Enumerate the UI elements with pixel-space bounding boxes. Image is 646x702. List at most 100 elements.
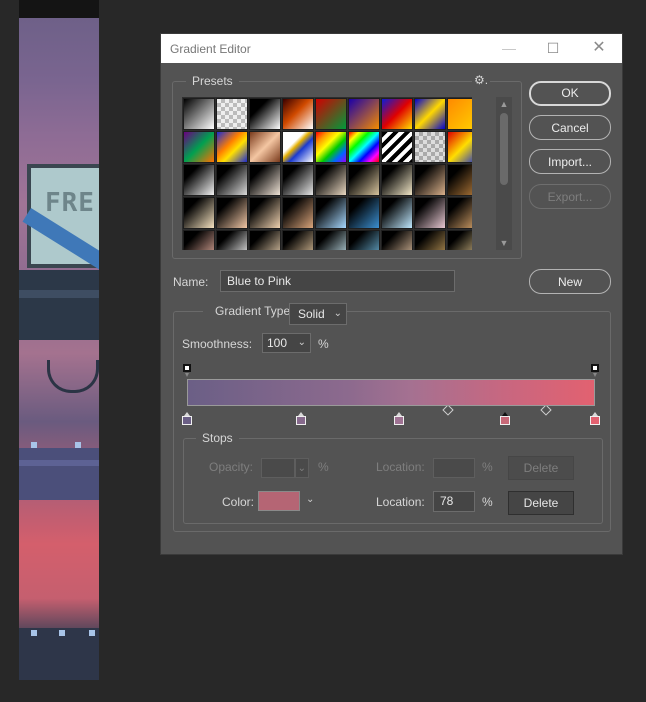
maximize-button[interactable]: ☐ bbox=[543, 39, 563, 57]
gear-icon[interactable]: ⚙. bbox=[472, 73, 490, 87]
preset-swatch[interactable] bbox=[447, 164, 472, 196]
preset-swatch[interactable] bbox=[249, 197, 281, 229]
preset-swatch[interactable] bbox=[282, 230, 314, 250]
preset-swatch[interactable] bbox=[183, 197, 215, 229]
preset-swatch[interactable] bbox=[348, 131, 380, 163]
color-stop-marker[interactable] bbox=[394, 412, 405, 425]
scroll-down-icon[interactable]: ▼ bbox=[496, 238, 512, 248]
preset-swatch[interactable] bbox=[348, 98, 380, 130]
scroll-up-icon[interactable]: ▲ bbox=[496, 99, 512, 109]
bridge-rail-band bbox=[19, 290, 99, 298]
preset-swatch[interactable] bbox=[216, 98, 248, 130]
preset-swatch[interactable] bbox=[183, 131, 215, 163]
train-light bbox=[31, 442, 37, 448]
preset-swatch[interactable] bbox=[414, 98, 446, 130]
preset-swatch[interactable] bbox=[348, 164, 380, 196]
color-stop-marker[interactable] bbox=[500, 412, 511, 425]
preset-swatch[interactable] bbox=[282, 164, 314, 196]
preset-swatch[interactable] bbox=[249, 230, 281, 250]
preset-swatch[interactable] bbox=[381, 131, 413, 163]
export-button[interactable]: Export... bbox=[529, 184, 611, 209]
preset-swatch[interactable] bbox=[348, 197, 380, 229]
gradient-type-label: Gradient Type: bbox=[203, 304, 294, 318]
color-location-unit: % bbox=[482, 495, 493, 509]
preset-swatch[interactable] bbox=[447, 98, 472, 130]
bridge-rail bbox=[19, 270, 99, 340]
opacity-location-label: Location: bbox=[376, 460, 425, 474]
preset-swatch[interactable] bbox=[183, 164, 215, 196]
preset-swatch[interactable] bbox=[249, 98, 281, 130]
minimize-button[interactable]: — bbox=[499, 39, 519, 57]
preset-swatch[interactable] bbox=[381, 197, 413, 229]
building-light bbox=[31, 630, 37, 636]
preset-swatch[interactable] bbox=[315, 164, 347, 196]
preset-swatch[interactable] bbox=[381, 164, 413, 196]
name-label: Name: bbox=[173, 275, 209, 289]
preset-swatch[interactable] bbox=[183, 230, 215, 250]
name-field[interactable] bbox=[220, 270, 455, 292]
title-bar[interactable]: Gradient Editor — ☐ ✕ bbox=[161, 34, 622, 63]
preset-swatch[interactable] bbox=[381, 98, 413, 130]
presets-scrollbar[interactable]: ▲ ▼ bbox=[496, 97, 512, 250]
train-car bbox=[19, 442, 99, 500]
opacity-stop-pointer bbox=[185, 373, 189, 377]
opacity-location-field[interactable] bbox=[433, 458, 475, 478]
opacity-unit: % bbox=[318, 460, 329, 474]
ok-button[interactable]: OK bbox=[529, 81, 611, 106]
preset-swatch[interactable] bbox=[282, 98, 314, 130]
preset-swatch[interactable] bbox=[414, 197, 446, 229]
color-stop-marker[interactable] bbox=[182, 412, 192, 425]
preset-swatch[interactable] bbox=[381, 230, 413, 250]
new-button[interactable]: New bbox=[529, 269, 611, 294]
gradient-type-select[interactable]: Solid ⌄ bbox=[289, 303, 347, 325]
preset-swatch[interactable] bbox=[216, 164, 248, 196]
color-delete-button[interactable]: Delete bbox=[508, 491, 574, 515]
color-stop-box bbox=[500, 416, 511, 425]
preset-swatch[interactable] bbox=[249, 164, 281, 196]
preset-swatch[interactable] bbox=[315, 197, 347, 229]
preset-swatch[interactable] bbox=[249, 131, 281, 163]
opacity-delete-button[interactable]: Delete bbox=[508, 456, 574, 480]
preset-swatch[interactable] bbox=[183, 98, 215, 130]
stops-group: Stops Opacity: ⌄ % Location: % Delete Co… bbox=[183, 431, 603, 524]
preset-swatch[interactable] bbox=[216, 131, 248, 163]
preset-swatch[interactable] bbox=[348, 230, 380, 250]
color-stop-box bbox=[394, 416, 405, 425]
opacity-dropdown[interactable]: ⌄ bbox=[295, 458, 309, 478]
preset-swatch[interactable] bbox=[414, 131, 446, 163]
dialog-title: Gradient Editor bbox=[170, 42, 251, 56]
billboard-sign: FRE bbox=[22, 164, 99, 280]
preset-swatch[interactable] bbox=[282, 131, 314, 163]
gradient-type-value: Solid bbox=[298, 307, 325, 321]
color-stop-swatch[interactable] bbox=[258, 491, 300, 511]
preset-swatch[interactable] bbox=[447, 131, 472, 163]
color-label: Color: bbox=[222, 495, 255, 509]
close-button[interactable]: ✕ bbox=[589, 39, 609, 57]
preset-swatch[interactable] bbox=[315, 230, 347, 250]
color-location-field[interactable]: 78 bbox=[433, 491, 475, 512]
gradient-preview-bar[interactable] bbox=[187, 379, 595, 406]
opacity-location-unit: % bbox=[482, 460, 493, 474]
chevron-down-icon[interactable]: ⌄ bbox=[306, 494, 314, 505]
opacity-stop-marker[interactable] bbox=[183, 364, 191, 377]
preset-swatch[interactable] bbox=[282, 197, 314, 229]
color-stop-marker[interactable] bbox=[590, 412, 600, 425]
opacity-stop-pointer bbox=[593, 373, 597, 377]
canvas-top-edge bbox=[19, 0, 99, 18]
preset-swatch[interactable] bbox=[315, 131, 347, 163]
preset-swatch[interactable] bbox=[216, 197, 248, 229]
color-stop-marker[interactable] bbox=[296, 412, 307, 425]
smoothness-value: 100 bbox=[267, 336, 288, 350]
preset-swatch[interactable] bbox=[315, 98, 347, 130]
preset-swatch[interactable] bbox=[414, 164, 446, 196]
opacity-stop-marker[interactable] bbox=[591, 364, 599, 377]
scroll-thumb[interactable] bbox=[500, 113, 508, 185]
preset-swatch[interactable] bbox=[447, 230, 472, 250]
smoothness-select[interactable]: 100 ⌄ bbox=[262, 333, 311, 353]
preset-swatch[interactable] bbox=[414, 230, 446, 250]
opacity-field[interactable] bbox=[261, 458, 295, 478]
preset-swatch[interactable] bbox=[216, 230, 248, 250]
import-button[interactable]: Import... bbox=[529, 149, 611, 174]
preset-swatch[interactable] bbox=[447, 197, 472, 229]
cancel-button[interactable]: Cancel bbox=[529, 115, 611, 140]
